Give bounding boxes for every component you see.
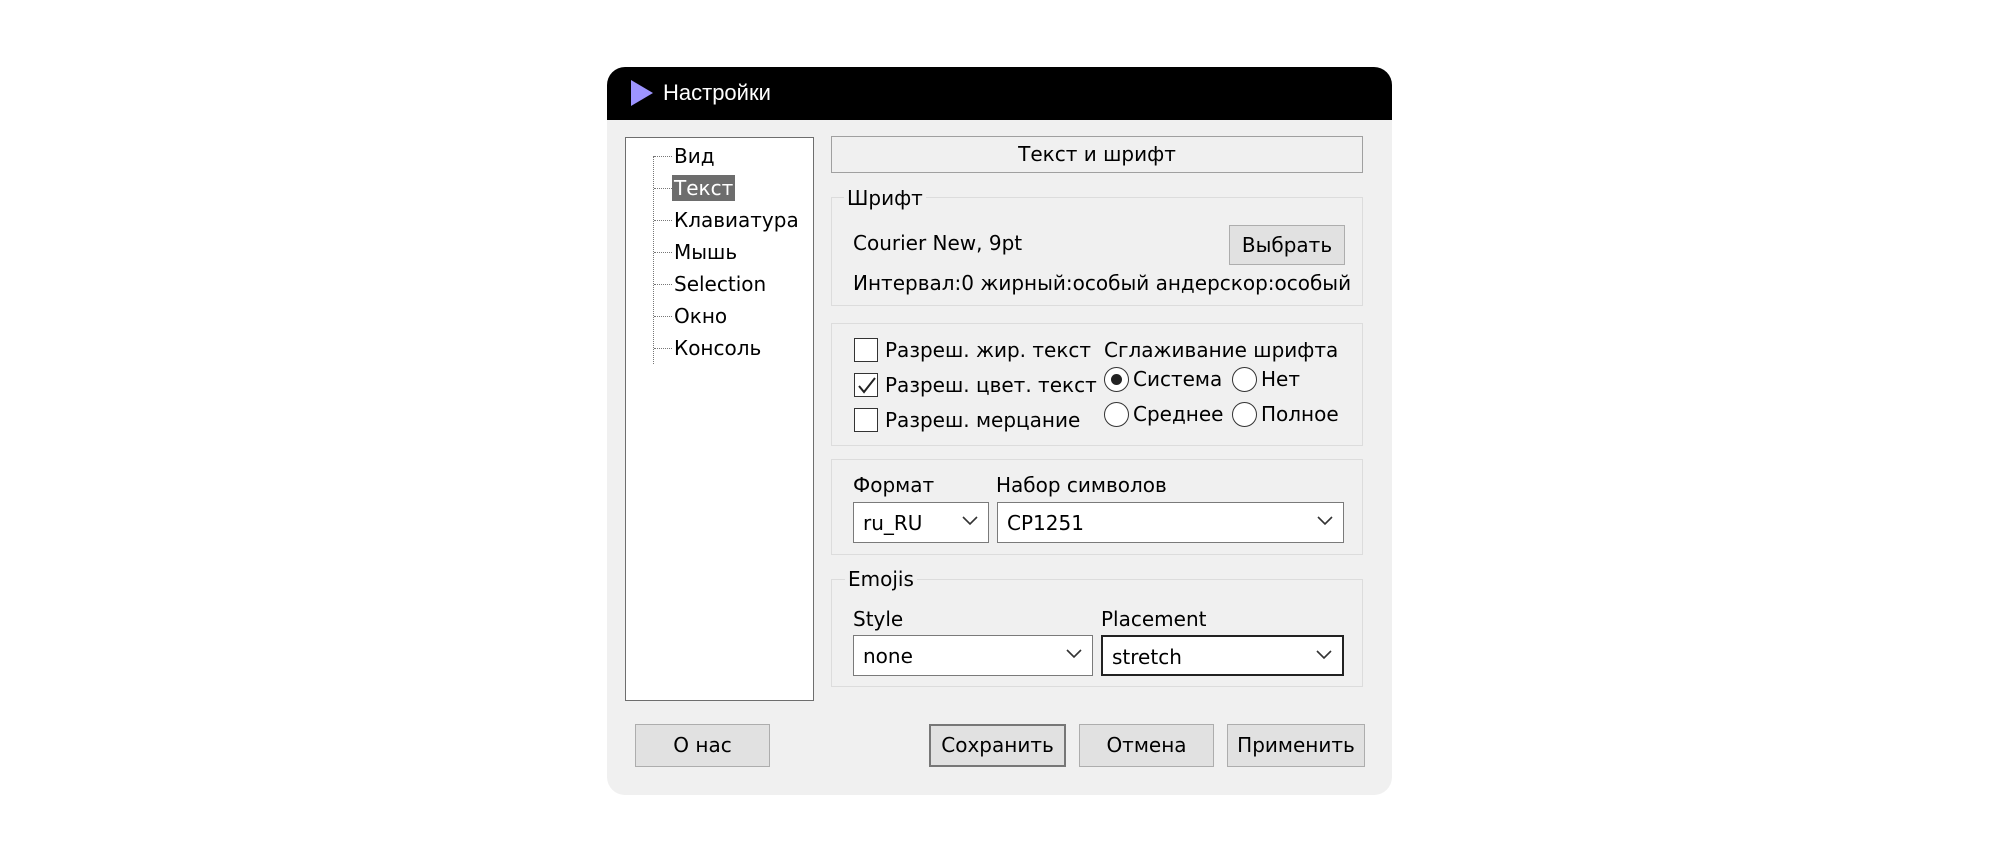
tree-item-text[interactable]: Текст <box>654 174 736 202</box>
style-label: Style <box>853 607 904 631</box>
blink-label: Разреш. мерцание <box>885 408 1081 432</box>
format-label: Формат <box>853 473 935 497</box>
tree-item-window[interactable]: Окно <box>654 302 729 330</box>
emoji-style-value: none <box>863 644 913 668</box>
title-bar[interactable]: Настройки <box>607 67 1392 120</box>
emoji-placement-value: stretch <box>1112 645 1182 669</box>
tree-item-label: Консоль <box>674 336 762 360</box>
tree-item-view[interactable]: Вид <box>654 142 717 170</box>
chevron-down-icon <box>1317 516 1333 526</box>
tree-item-label: Текст <box>672 175 736 201</box>
smoothing-none-label: Нет <box>1261 367 1300 391</box>
smoothing-medium-label: Среднее <box>1133 402 1224 426</box>
bold-text-label: Разреш. жир. текст <box>885 338 1092 362</box>
smoothing-system-radio[interactable] <box>1104 367 1129 392</box>
emoji-placement-select[interactable]: stretch <box>1101 635 1344 676</box>
format-select-value: ru_RU <box>863 511 923 535</box>
tree-item-keyboard[interactable]: Клавиатура <box>654 206 801 234</box>
tree-item-label: Окно <box>674 304 728 328</box>
choose-font-button[interactable]: Выбрать <box>1229 225 1345 265</box>
settings-dialog: Настройки Вид Текст Клавиатура Мышь Sele… <box>607 67 1392 795</box>
category-tree[interactable]: Вид Текст Клавиатура Мышь Selection Окно… <box>625 137 814 701</box>
tree-item-mouse[interactable]: Мышь <box>654 238 739 266</box>
charset-label: Набор символов <box>996 473 1167 497</box>
chevron-down-icon <box>1066 649 1082 659</box>
charset-select-value: CP1251 <box>1007 511 1084 535</box>
blink-checkbox[interactable] <box>854 408 878 432</box>
section-title: Текст и шрифт <box>831 136 1363 173</box>
tree-item-selection[interactable]: Selection <box>654 270 768 298</box>
tree-item-label: Мышь <box>674 240 738 264</box>
emoji-group-legend: Emojis <box>845 567 917 591</box>
chevron-down-icon <box>1316 650 1332 660</box>
charset-select[interactable]: CP1251 <box>997 502 1344 543</box>
bold-text-checkbox[interactable] <box>854 338 878 362</box>
about-button[interactable]: О нас <box>635 724 770 767</box>
smoothing-label: Сглаживание шрифта <box>1104 338 1339 362</box>
tree-item-label: Вид <box>674 144 715 168</box>
smoothing-none-radio[interactable] <box>1232 367 1257 392</box>
tree-item-label: Selection <box>674 272 767 296</box>
window-title: Настройки <box>663 80 771 105</box>
check-icon <box>858 377 876 394</box>
play-icon <box>631 80 653 106</box>
smoothing-medium-radio[interactable] <box>1104 402 1129 427</box>
chevron-down-icon <box>962 516 978 526</box>
save-button[interactable]: Сохранить <box>929 724 1066 767</box>
tree-item-console[interactable]: Консоль <box>654 334 763 362</box>
font-group-legend: Шрифт <box>844 186 926 210</box>
tree-item-label: Клавиатура <box>674 208 799 232</box>
smoothing-full-label: Полное <box>1261 402 1339 426</box>
smoothing-system-label: Система <box>1133 367 1223 391</box>
placement-label: Placement <box>1101 607 1207 631</box>
apply-button[interactable]: Применить <box>1227 724 1365 767</box>
format-select[interactable]: ru_RU <box>853 502 989 543</box>
color-text-checkbox[interactable] <box>854 373 878 397</box>
emoji-style-select[interactable]: none <box>853 635 1093 676</box>
color-text-label: Разреш. цвет. текст <box>885 373 1097 397</box>
smoothing-full-radio[interactable] <box>1232 402 1257 427</box>
radio-dot <box>1111 374 1122 385</box>
cancel-button[interactable]: Отмена <box>1079 724 1214 767</box>
font-details: Интервал:0 жирный:особый андерскор:особы… <box>853 271 1352 295</box>
font-value: Courier New, 9pt <box>853 231 1023 255</box>
